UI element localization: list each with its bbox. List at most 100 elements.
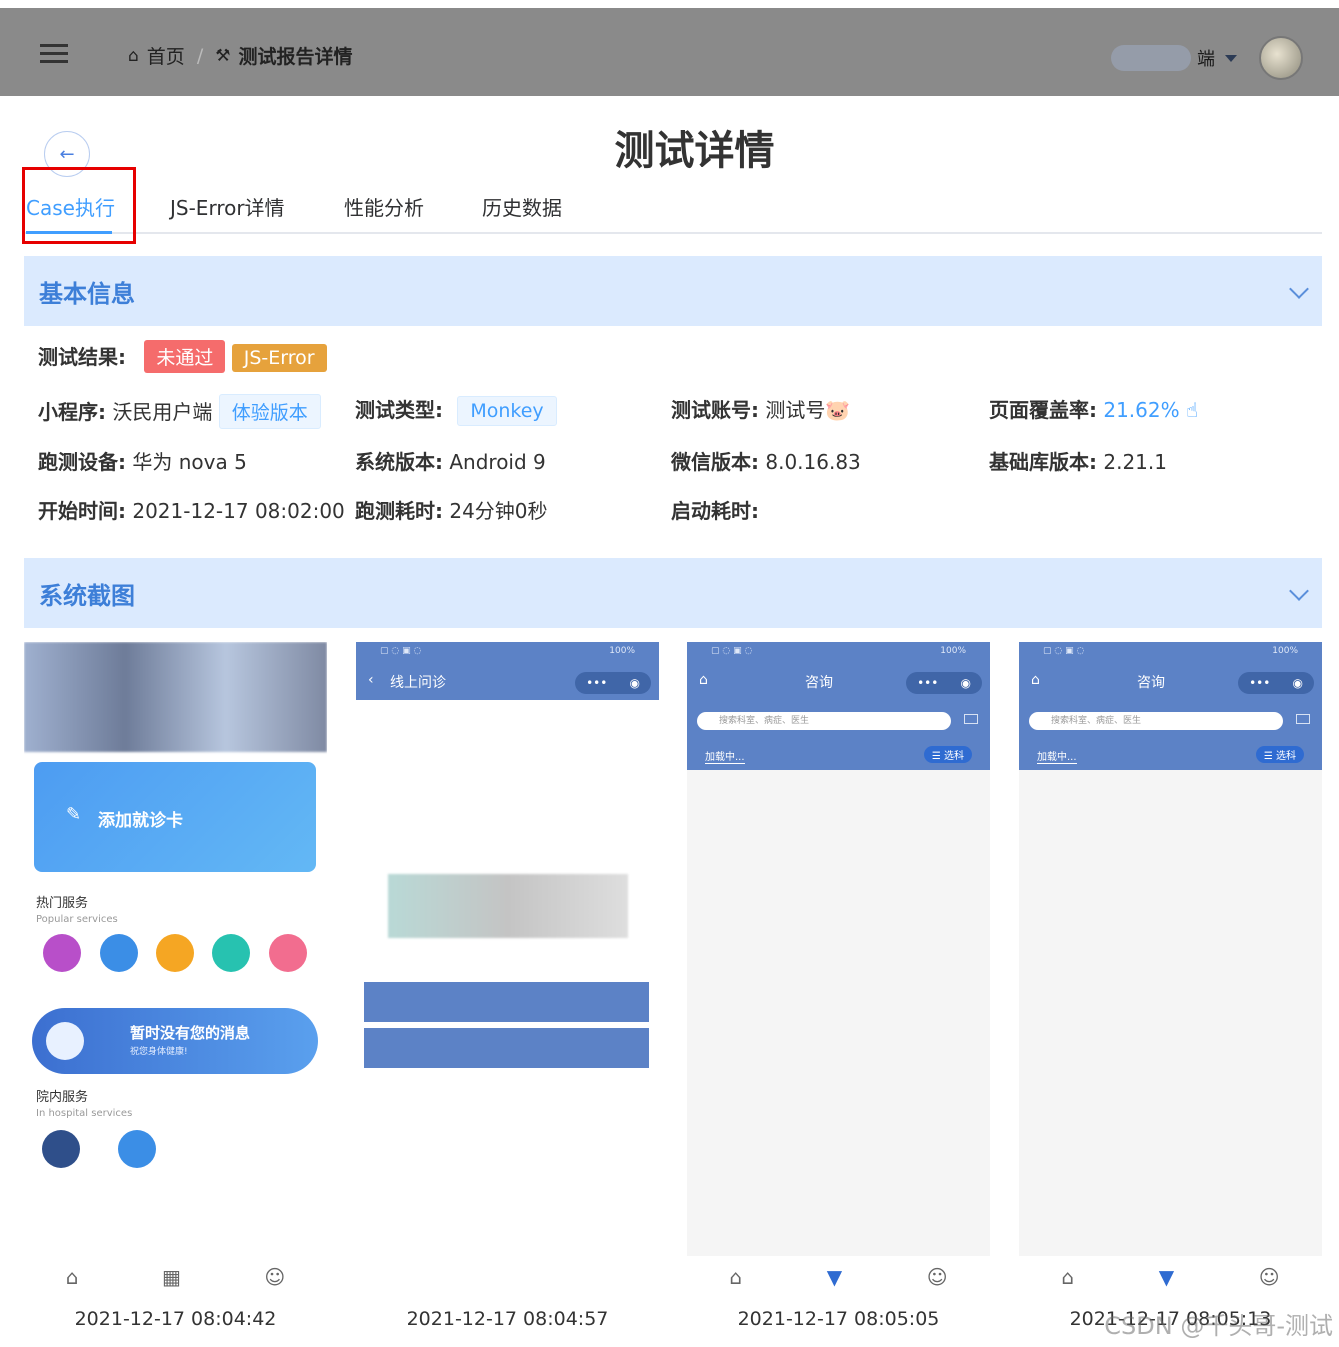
- service-icon[interactable]: [155, 934, 194, 972]
- tab-js-error-details[interactable]: JS-Error详情: [170, 192, 285, 221]
- top-navbar: ⌂ 首页 / ⚒ 测试报告详情 端: [0, 8, 1339, 96]
- device-label: 跑测设备:: [38, 450, 126, 474]
- service-icon[interactable]: [43, 934, 82, 972]
- capsule-menu[interactable]: ••• ◉: [906, 672, 982, 694]
- test-type-field: 测试类型: Monkey: [355, 394, 557, 426]
- device-value: 华为 nova 5: [132, 450, 247, 474]
- home-icon[interactable]: ⌂: [66, 1265, 79, 1289]
- tab-performance[interactable]: 性能分析: [344, 192, 424, 221]
- user-menu[interactable]: 端: [1111, 36, 1303, 80]
- hospital-icon[interactable]: ▦: [162, 1265, 181, 1289]
- screenshot-timestamp: 2021-12-17 08:05:05: [737, 1308, 940, 1330]
- screenshot-thumbnail[interactable]: ✎ 添加就诊卡 热门服务 Popular services 暂时没有您的消息 祝…: [24, 642, 327, 1298]
- lib-value: 2.21.1: [1103, 450, 1167, 474]
- loading-text: 加载中...: [1037, 748, 1077, 764]
- account-label: 测试账号:: [671, 398, 759, 422]
- status-badge-js-error: JS-Error: [231, 344, 327, 372]
- hot-services-title: 热门服务: [36, 896, 89, 911]
- service-icon[interactable]: [118, 1130, 156, 1168]
- avatar[interactable]: [1259, 36, 1303, 80]
- no-message-subtext: 祝您身体健康!: [130, 1047, 188, 1057]
- user-icon[interactable]: ☺: [1259, 1265, 1280, 1289]
- basic-info-header[interactable]: 基本信息: [24, 256, 1322, 326]
- status-bar: ▢ ◌ ▣ ◌ 100%: [380, 646, 635, 656]
- breadcrumb-separator: /: [196, 44, 204, 67]
- home-icon[interactable]: ⌂: [1031, 672, 1040, 688]
- breadcrumb-home[interactable]: 首页: [147, 42, 185, 69]
- add-card-banner[interactable]: ✎ 添加就诊卡: [34, 762, 316, 872]
- screenshot-thumbnail[interactable]: ▢ ◌ ▣ ◌ 100% ‹ 线上问诊 ••• ◉: [356, 642, 659, 1298]
- miniprogram-value: 沃民用户端: [112, 400, 213, 424]
- tab-history[interactable]: 历史数据: [482, 192, 562, 221]
- account-field: 测试账号: 测试号🐷: [671, 394, 850, 423]
- breadcrumb-current: 测试报告详情: [238, 46, 353, 68]
- chevron-down-icon[interactable]: [1289, 279, 1309, 299]
- highlight-annotation: [22, 167, 136, 244]
- caret-down-icon[interactable]: [1225, 54, 1237, 62]
- start-time-field: 开始时间: 2021-12-17 08:02:00: [38, 495, 345, 524]
- action-button[interactable]: [364, 982, 649, 1022]
- mini-header: ▢ ◌ ▣ ◌ 100% ⌂ 咨询 ••• ◉ 搜索科室、病症、医生 加载中... …: [1019, 642, 1322, 770]
- home-icon: ⌂: [128, 45, 139, 66]
- menu-toggle-icon[interactable]: [40, 44, 68, 64]
- screenshot-thumbnail[interactable]: ▢ ◌ ▣ ◌ 100% ⌂ 咨询 ••• ◉ 搜索科室、病症、医生 加载中... …: [1019, 642, 1322, 1298]
- miniprogram-field: 小程序: 沃民用户端 体验版本: [38, 394, 321, 429]
- service-icon[interactable]: [99, 934, 138, 972]
- hand-pointer-icon[interactable]: ☝: [1186, 398, 1198, 422]
- breadcrumb: ⌂ 首页 / ⚒ 测试报告详情: [128, 42, 352, 69]
- mini-header: ▢ ◌ ▣ ◌ 100% ⌂ 咨询 ••• ◉ 搜索科室、病症、医生 加载中... …: [687, 642, 990, 770]
- os-field: 系统版本: Android 9: [355, 446, 546, 475]
- hot-services-subtitle: Popular services: [36, 914, 118, 925]
- test-result-label: 测试结果:: [38, 345, 126, 369]
- redacted-banner: [24, 642, 327, 752]
- screenshot-timestamp: 2021-12-17 08:04:57: [406, 1308, 609, 1330]
- chevron-down-icon[interactable]: [1289, 581, 1309, 601]
- duration-value: 24分钟0秒: [449, 499, 548, 523]
- mail-icon[interactable]: [1296, 714, 1310, 724]
- lib-field: 基础库版本: 2.21.1: [989, 446, 1167, 475]
- redacted-content: [388, 874, 628, 938]
- home-icon[interactable]: ⌂: [699, 672, 708, 688]
- username-redacted: [1111, 45, 1191, 71]
- add-card-text: 添加就诊卡: [98, 811, 183, 831]
- hot-services-icons: [34, 934, 316, 980]
- chat-icon[interactable]: ▼: [1159, 1265, 1174, 1289]
- screenshot-timestamp: 2021-12-17 08:04:42: [74, 1308, 277, 1330]
- screenshots-title: 系统截图: [39, 582, 135, 610]
- coverage-link[interactable]: 21.62%: [1103, 398, 1179, 422]
- user-icon[interactable]: ☺: [927, 1265, 948, 1289]
- screenshot-thumbnail[interactable]: ▢ ◌ ▣ ◌ 100% ⌂ 咨询 ••• ◉ 搜索科室、病症、医生 加载中... …: [687, 642, 990, 1298]
- mail-icon[interactable]: [964, 714, 978, 724]
- device-field: 跑测设备: 华为 nova 5: [38, 446, 247, 475]
- mini-header: ▢ ◌ ▣ ◌ 100% ‹ 线上问诊 ••• ◉: [356, 642, 659, 700]
- mini-tabbar: ⌂ ▦ ☺: [24, 1256, 327, 1298]
- wechat-value: 8.0.16.83: [765, 450, 861, 474]
- version-tag: 体验版本: [218, 394, 321, 429]
- search-input[interactable]: 搜索科室、病症、医生: [1029, 712, 1283, 730]
- user-label: 端: [1197, 49, 1215, 70]
- service-icon[interactable]: [212, 934, 251, 972]
- os-label: 系统版本:: [355, 450, 443, 474]
- home-icon[interactable]: ⌂: [729, 1265, 742, 1289]
- service-icon[interactable]: [42, 1130, 80, 1168]
- wechat-label: 微信版本:: [671, 450, 759, 474]
- no-message-text: 暂时没有您的消息: [130, 1024, 251, 1042]
- action-button[interactable]: [364, 1028, 649, 1068]
- screenshots-header[interactable]: 系统截图: [24, 558, 1322, 628]
- status-bar: ▢ ◌ ▣ ◌ 100%: [711, 646, 966, 656]
- lib-label: 基础库版本:: [989, 450, 1097, 474]
- nav-title: 咨询: [805, 675, 833, 691]
- test-type-label: 测试类型:: [355, 398, 443, 422]
- nav-title: 线上问诊: [390, 675, 446, 691]
- back-chevron-icon[interactable]: ‹: [368, 672, 374, 688]
- service-icon[interactable]: [268, 934, 307, 972]
- select-dept-button[interactable]: ☰ 选科: [923, 746, 972, 763]
- capsule-menu[interactable]: ••• ◉: [575, 672, 651, 694]
- chat-icon[interactable]: ▼: [827, 1265, 842, 1289]
- select-dept-button[interactable]: ☰ 选科: [1255, 746, 1304, 763]
- miniprogram-label: 小程序:: [38, 400, 106, 424]
- user-icon[interactable]: ☺: [264, 1265, 285, 1289]
- search-input[interactable]: 搜索科室、病症、医生: [697, 712, 951, 730]
- capsule-menu[interactable]: ••• ◉: [1238, 672, 1314, 694]
- home-icon[interactable]: ⌂: [1061, 1265, 1074, 1289]
